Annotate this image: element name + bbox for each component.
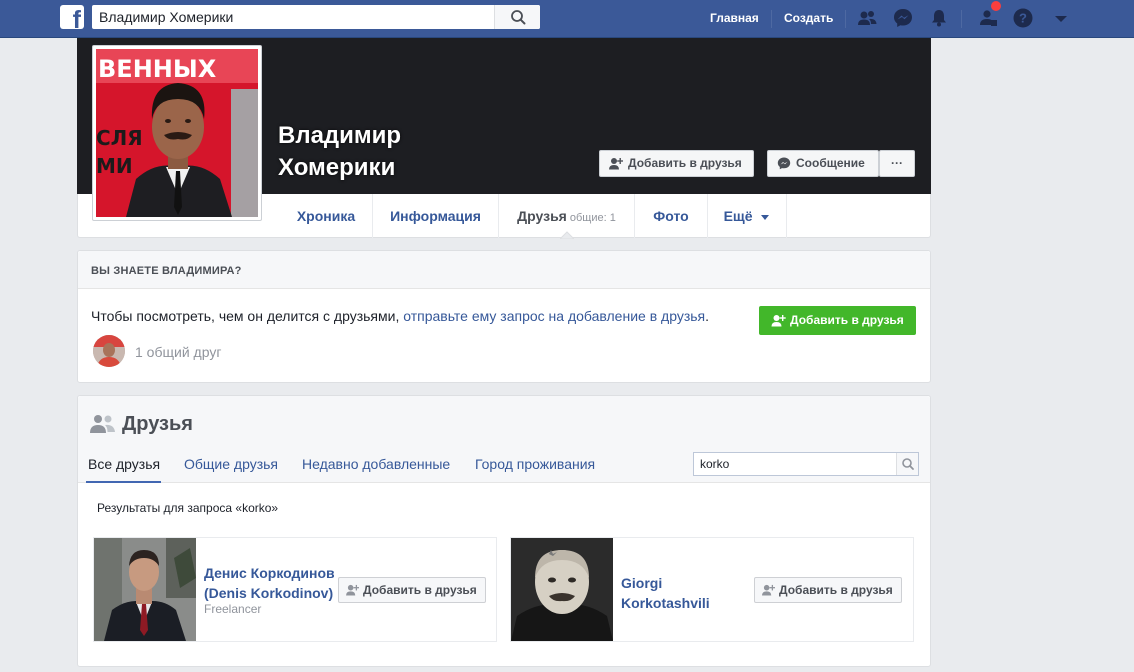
friend-add-label: Добавить в друзья bbox=[363, 583, 477, 597]
add-friend-icon bbox=[762, 584, 775, 596]
profile-picture[interactable]: ВЕННЫХ СЛЯ МИ bbox=[92, 45, 262, 221]
friend-photo[interactable] bbox=[511, 538, 613, 641]
global-search-button[interactable] bbox=[494, 5, 540, 29]
tab-separator bbox=[786, 194, 787, 238]
friend-name-line: Korkotashvili bbox=[621, 595, 710, 611]
tab-all-friends[interactable]: Все друзья bbox=[88, 456, 160, 472]
do-you-know-text-prefix: Чтобы посмотреть, чем он делится с друзь… bbox=[91, 308, 404, 324]
do-you-know-card: Вы знаете Владимира? Чтобы посмотреть, ч… bbox=[77, 250, 931, 383]
add-friend-label: Добавить в друзья bbox=[628, 156, 742, 170]
friend-name-link[interactable]: Денис Коркодинов (Denis Korkodinov) bbox=[204, 563, 335, 603]
add-friend-green-label: Добавить в друзья bbox=[790, 313, 904, 327]
friends-search-button[interactable] bbox=[896, 453, 918, 475]
tab-label: Ещё bbox=[723, 208, 753, 224]
svg-text:?: ? bbox=[1019, 11, 1027, 26]
friend-name-line: Giorgi bbox=[621, 575, 663, 591]
friend-subtitle: Freelancer bbox=[204, 602, 262, 616]
do-you-know-text: Чтобы посмотреть, чем он делится с друзь… bbox=[91, 308, 709, 324]
more-options-button[interactable]: ··· bbox=[879, 150, 915, 177]
add-friend-icon bbox=[346, 584, 359, 596]
bell-icon[interactable] bbox=[928, 7, 950, 29]
chevron-down-icon[interactable] bbox=[1050, 7, 1072, 29]
message-button[interactable]: Сообщение bbox=[767, 150, 879, 177]
add-friend-icon bbox=[609, 158, 623, 170]
friend-name-line: Денис Коркодинов bbox=[204, 565, 335, 581]
friend-photo[interactable] bbox=[94, 538, 196, 641]
photo-poster-text: ВЕННЫХ bbox=[98, 55, 217, 83]
photo-poster-side-2: МИ bbox=[96, 154, 133, 178]
search-results-label: Результаты для запроса «korko» bbox=[97, 501, 279, 515]
tab-label: Друзья bbox=[517, 208, 567, 224]
search-icon bbox=[902, 458, 914, 470]
tab-photos[interactable]: Фото bbox=[635, 194, 707, 238]
friend-name-line: (Denis Korkodinov) bbox=[204, 585, 334, 601]
tab-more[interactable]: Ещё bbox=[708, 194, 786, 238]
friends-search-input[interactable] bbox=[694, 453, 894, 475]
more-options-label: ··· bbox=[891, 156, 903, 170]
nav-separator bbox=[845, 10, 846, 28]
add-friend-button[interactable]: Добавить в друзья bbox=[599, 150, 754, 177]
mutual-friends-text[interactable]: 1 общий друг bbox=[135, 344, 221, 360]
active-tab-underline bbox=[86, 481, 161, 483]
do-you-know-title: Вы знаете Владимира? bbox=[91, 265, 242, 277]
friend-card: Giorgi Korkotashvili Добавить в друзья bbox=[510, 537, 914, 642]
search-icon bbox=[511, 10, 526, 25]
tab-about[interactable]: Информация bbox=[373, 194, 498, 238]
friends-header: Друзья Все друзья Общие друзья Недавно д… bbox=[78, 396, 930, 483]
friends-section-title[interactable]: Друзья bbox=[122, 413, 193, 436]
profile-name[interactable]: Владимир Хомерики bbox=[278, 120, 478, 184]
tab-current-city[interactable]: Город проживания bbox=[475, 456, 595, 472]
friends-card: Друзья Все друзья Общие друзья Недавно д… bbox=[77, 395, 931, 667]
friend-add-button[interactable]: Добавить в друзья bbox=[338, 577, 486, 603]
message-label: Сообщение bbox=[796, 156, 865, 170]
message-icon bbox=[777, 157, 791, 170]
global-search-input[interactable] bbox=[92, 5, 494, 29]
profile-photo-image: ВЕННЫХ СЛЯ МИ bbox=[96, 49, 258, 217]
send-friend-request-link[interactable]: отправьте ему запрос на добавление в дру… bbox=[403, 308, 705, 324]
photo-poster-side-1: СЛЯ bbox=[96, 126, 143, 150]
mutual-friend-avatar[interactable] bbox=[93, 335, 125, 367]
friend-add-button[interactable]: Добавить в друзья bbox=[754, 577, 902, 603]
add-friend-green-button[interactable]: Добавить в друзья bbox=[759, 306, 916, 335]
tab-timeline[interactable]: Хроника bbox=[280, 194, 372, 238]
help-icon[interactable]: ? bbox=[1012, 7, 1034, 29]
notification-badge bbox=[991, 1, 1001, 11]
active-tab-indicator bbox=[560, 231, 574, 239]
friends-search bbox=[693, 452, 919, 476]
nav-separator bbox=[961, 10, 962, 28]
tab-mutual-friends[interactable]: Общие друзья bbox=[184, 456, 278, 472]
tab-recently-added[interactable]: Недавно добавленные bbox=[302, 456, 450, 472]
global-search bbox=[92, 5, 540, 29]
do-you-know-header: Вы знаете Владимира? bbox=[78, 251, 930, 289]
friend-card: Денис Коркодинов (Denis Korkodinov) Free… bbox=[93, 537, 497, 642]
chevron-down-icon bbox=[761, 215, 770, 220]
nav-separator bbox=[771, 10, 772, 28]
facebook-logo[interactable]: f bbox=[60, 5, 84, 29]
messenger-icon[interactable] bbox=[892, 7, 914, 29]
friend-name-link[interactable]: Giorgi Korkotashvili bbox=[621, 573, 710, 613]
friend-add-label: Добавить в друзья bbox=[779, 583, 893, 597]
friends-icon[interactable] bbox=[856, 7, 878, 29]
tab-label: Информация bbox=[390, 208, 481, 224]
friends-icon bbox=[90, 415, 115, 433]
tab-label: Хроника bbox=[296, 208, 356, 224]
mutual-count: общие: 1 bbox=[569, 212, 616, 224]
add-friend-icon bbox=[771, 315, 786, 327]
nav-create-link[interactable]: Создать bbox=[784, 11, 833, 25]
do-you-know-text-suffix: . bbox=[705, 308, 710, 324]
top-navigation-bar: f Главная Создать ? bbox=[0, 0, 1134, 38]
nav-home-link[interactable]: Главная bbox=[710, 11, 759, 25]
tab-label: Фото bbox=[653, 208, 689, 224]
